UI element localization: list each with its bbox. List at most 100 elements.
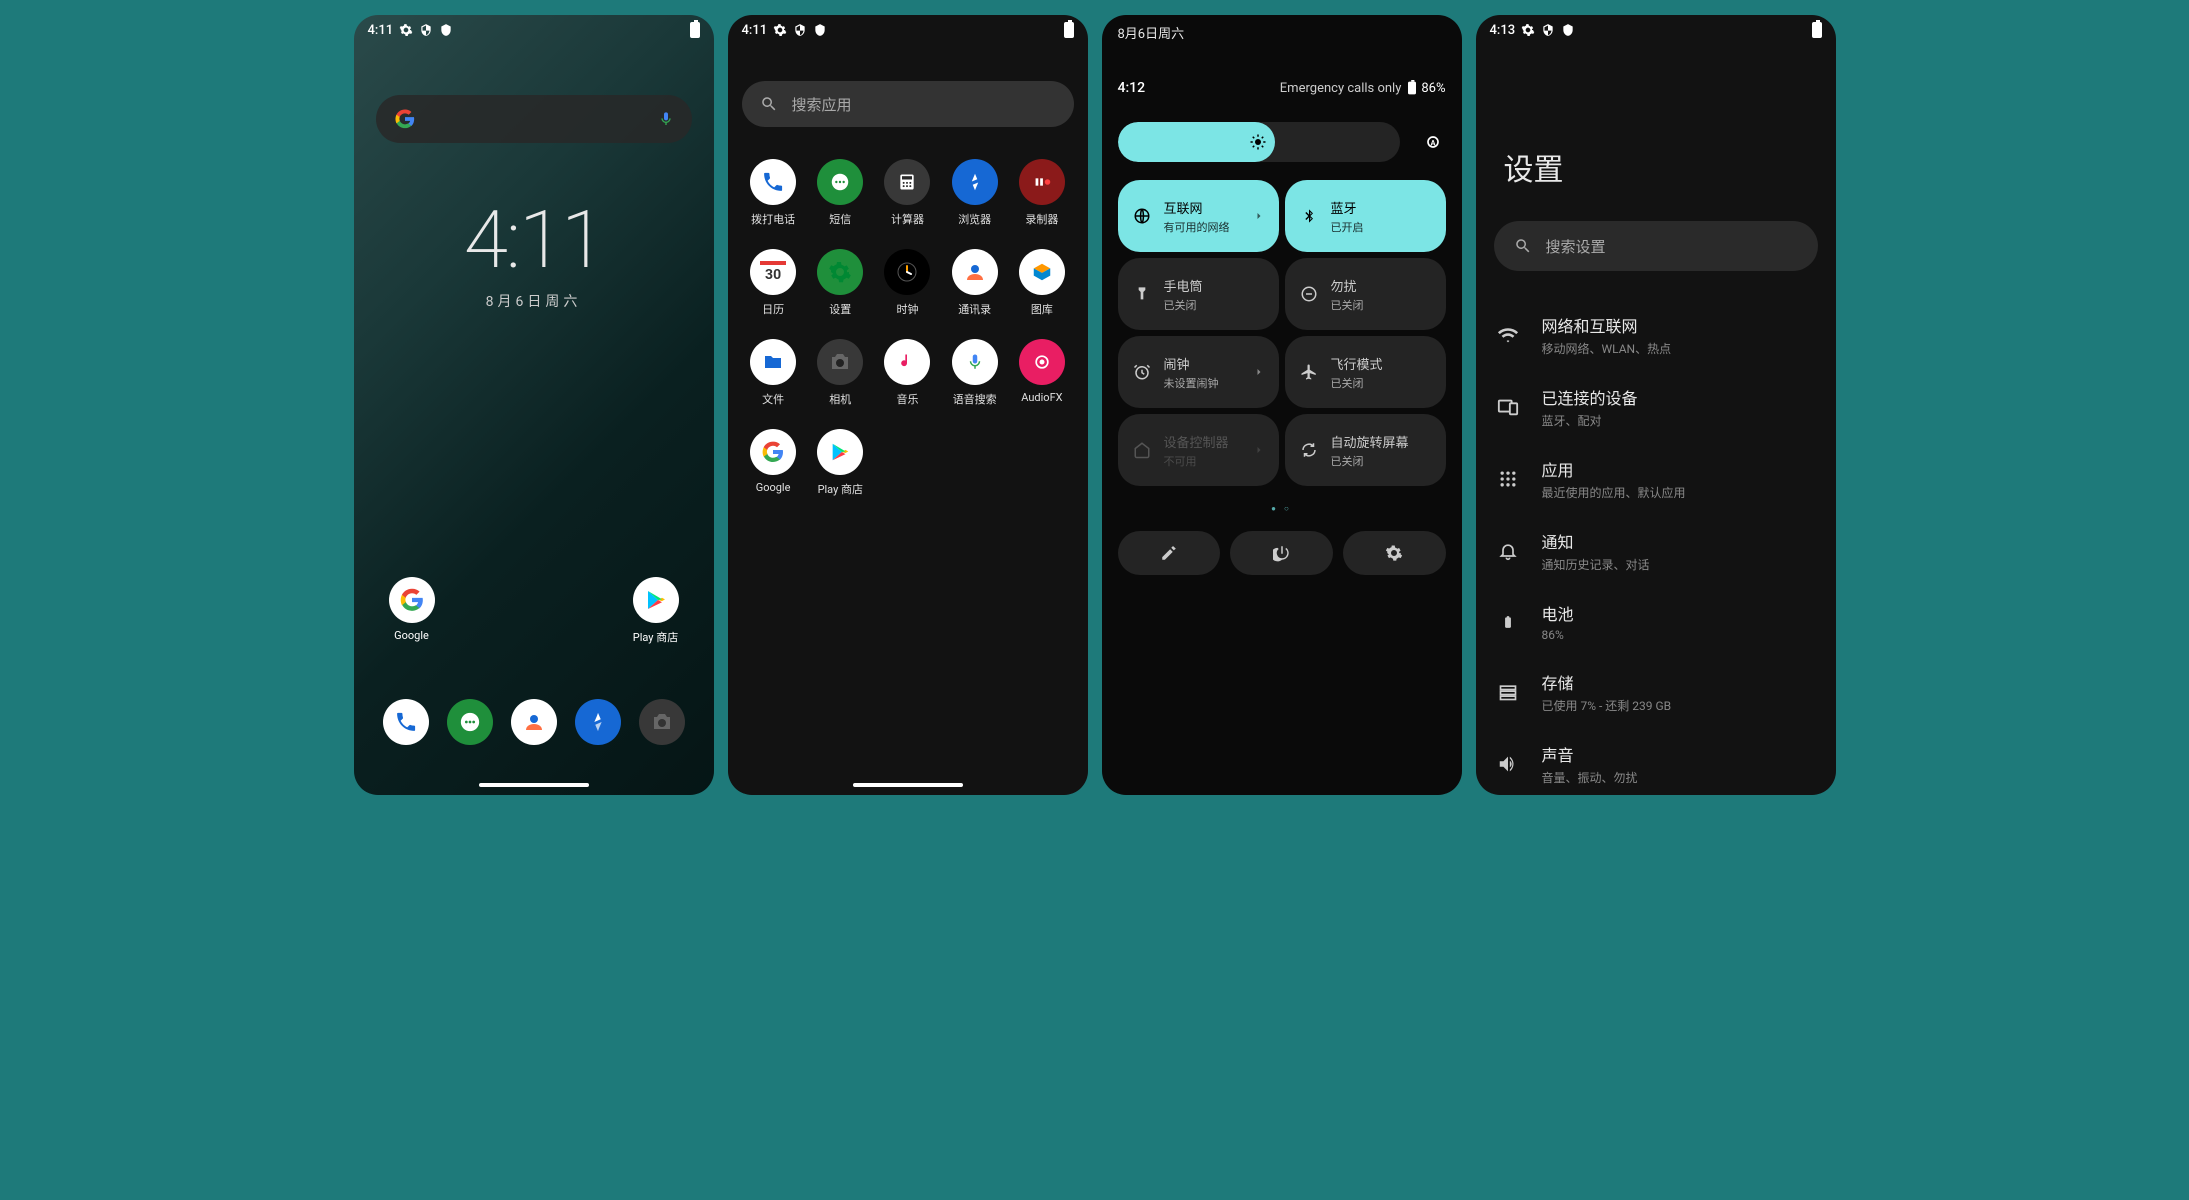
settings-button[interactable] — [1343, 531, 1446, 575]
app-item[interactable]: 30日历 — [740, 249, 807, 317]
power-icon — [1273, 544, 1291, 562]
app-item[interactable]: 浏览器 — [941, 159, 1008, 227]
tile-subtitle: 不可用 — [1164, 453, 1241, 469]
status-bar: 4:11 — [728, 15, 1088, 45]
clock-widget[interactable]: 4:11 8月6日周六 — [354, 193, 714, 311]
power-button[interactable] — [1230, 531, 1333, 575]
app-label: Google — [382, 629, 442, 642]
tile-subtitle: 未设置闹钟 — [1164, 375, 1241, 391]
search-bar[interactable] — [376, 95, 692, 143]
apps-icon — [1496, 467, 1520, 491]
chevron-right-icon — [1253, 444, 1265, 456]
app-google[interactable]: Google — [382, 577, 442, 645]
app-item[interactable]: AudioFX — [1008, 339, 1075, 407]
qs-tile-torch[interactable]: 手电筒已关闭 — [1118, 258, 1279, 330]
shield-icon — [1561, 23, 1575, 37]
app-icon — [884, 159, 930, 205]
app-item[interactable]: 通讯录 — [941, 249, 1008, 317]
settings-item-sound[interactable]: 声音音量、振动、勿扰 — [1476, 728, 1836, 795]
app-play-store[interactable]: Play 商店 — [626, 577, 686, 645]
dock-camera[interactable] — [639, 699, 685, 745]
status-time: 4:11 — [368, 23, 394, 38]
settings-item-wifi[interactable]: 网络和互联网移动网络、WLAN、热点 — [1476, 299, 1836, 371]
app-item[interactable]: 录制器 — [1008, 159, 1075, 227]
chat-icon — [459, 711, 481, 733]
qs-date: 8月6日周六 — [1102, 15, 1462, 50]
settings-item-bell[interactable]: 通知通知历史记录、对话 — [1476, 515, 1836, 587]
qs-tile-plane[interactable]: 飞行模式已关闭 — [1285, 336, 1446, 408]
app-label: 录制器 — [1008, 211, 1075, 227]
dock-contacts[interactable] — [511, 699, 557, 745]
app-label: Play 商店 — [626, 629, 686, 645]
app-label: 浏览器 — [941, 211, 1008, 227]
qs-tile-dnd[interactable]: 勿扰已关闭 — [1285, 258, 1446, 330]
app-item[interactable]: 短信 — [807, 159, 874, 227]
plane-icon — [1299, 362, 1319, 382]
qs-tile-alarm[interactable]: 闹钟未设置闹钟 — [1118, 336, 1279, 408]
contact-icon — [522, 710, 546, 734]
dock-messages[interactable] — [447, 699, 493, 745]
settings-app: 4:13 设置 搜索设置 网络和互联网移动网络、WLAN、热点 已连接的设备蓝牙… — [1476, 15, 1836, 795]
app-icon — [952, 339, 998, 385]
app-item[interactable]: 相机 — [807, 339, 874, 407]
auto-brightness-toggle[interactable]: A — [1420, 129, 1446, 155]
item-title: 声音 — [1542, 742, 1638, 766]
nav-handle[interactable] — [853, 783, 963, 787]
app-item[interactable]: 图库 — [1008, 249, 1075, 317]
tile-title: 蓝牙 — [1331, 198, 1432, 217]
settings-item-battery[interactable]: 电池86% — [1476, 587, 1836, 656]
torch-icon — [1132, 284, 1152, 304]
tile-title: 自动旋转屏幕 — [1331, 432, 1432, 451]
nav-handle[interactable] — [479, 783, 589, 787]
status-time: 4:13 — [1490, 23, 1516, 38]
dock-browser[interactable] — [575, 699, 621, 745]
qs-tile-globe[interactable]: 互联网有可用的网络 — [1118, 180, 1279, 252]
app-icon — [817, 159, 863, 205]
app-item[interactable]: Google — [740, 429, 807, 497]
app-label: 计算器 — [874, 211, 941, 227]
settings-item-storage[interactable]: 存储已使用 7% - 还剩 239 GB — [1476, 656, 1836, 728]
compass-icon — [587, 711, 609, 733]
app-item[interactable]: 音乐 — [874, 339, 941, 407]
privacy-icon — [419, 23, 433, 37]
app-icon — [817, 429, 863, 475]
dock — [354, 699, 714, 745]
search-apps[interactable]: 搜索应用 — [742, 81, 1074, 127]
mic-icon[interactable] — [658, 109, 674, 129]
status-bar: 4:11 — [354, 15, 714, 45]
app-icon: 30 — [750, 249, 796, 295]
brightness-slider[interactable]: A — [1118, 122, 1446, 162]
app-item[interactable]: 拨打电话 — [740, 159, 807, 227]
app-item[interactable]: 时钟 — [874, 249, 941, 317]
app-label: 设置 — [807, 301, 874, 317]
qs-tile-rotate[interactable]: 自动旋转屏幕已关闭 — [1285, 414, 1446, 486]
app-icon — [750, 339, 796, 385]
app-icon — [1019, 249, 1065, 295]
settings-item-devices[interactable]: 已连接的设备蓝牙、配对 — [1476, 371, 1836, 443]
edit-tiles-button[interactable] — [1118, 531, 1221, 575]
tile-subtitle: 已关闭 — [1164, 297, 1265, 313]
google-icon — [394, 108, 416, 130]
app-label: AudioFX — [1008, 391, 1075, 404]
emergency-text: Emergency calls only — [1280, 81, 1402, 96]
settings-item-apps[interactable]: 应用最近使用的应用、默认应用 — [1476, 443, 1836, 515]
dock-phone[interactable] — [383, 699, 429, 745]
app-item[interactable]: 语音搜索 — [941, 339, 1008, 407]
battery-icon — [1812, 22, 1822, 38]
gear-icon — [1521, 23, 1535, 37]
app-item[interactable]: Play 商店 — [807, 429, 874, 497]
app-label: 语音搜索 — [941, 391, 1008, 407]
search-placeholder: 搜索设置 — [1546, 236, 1606, 257]
qs-tile-bt[interactable]: 蓝牙已开启 — [1285, 180, 1446, 252]
tile-subtitle: 已关闭 — [1331, 453, 1432, 469]
devices-icon — [1496, 395, 1520, 419]
chevron-right-icon — [1253, 210, 1265, 222]
app-item[interactable]: 设置 — [807, 249, 874, 317]
item-subtitle: 移动网络、WLAN、热点 — [1542, 340, 1672, 357]
search-settings[interactable]: 搜索设置 — [1494, 221, 1818, 271]
app-item[interactable]: 计算器 — [874, 159, 941, 227]
app-item[interactable]: 文件 — [740, 339, 807, 407]
storage-icon — [1496, 680, 1520, 704]
app-label: 短信 — [807, 211, 874, 227]
item-title: 存储 — [1542, 670, 1672, 694]
